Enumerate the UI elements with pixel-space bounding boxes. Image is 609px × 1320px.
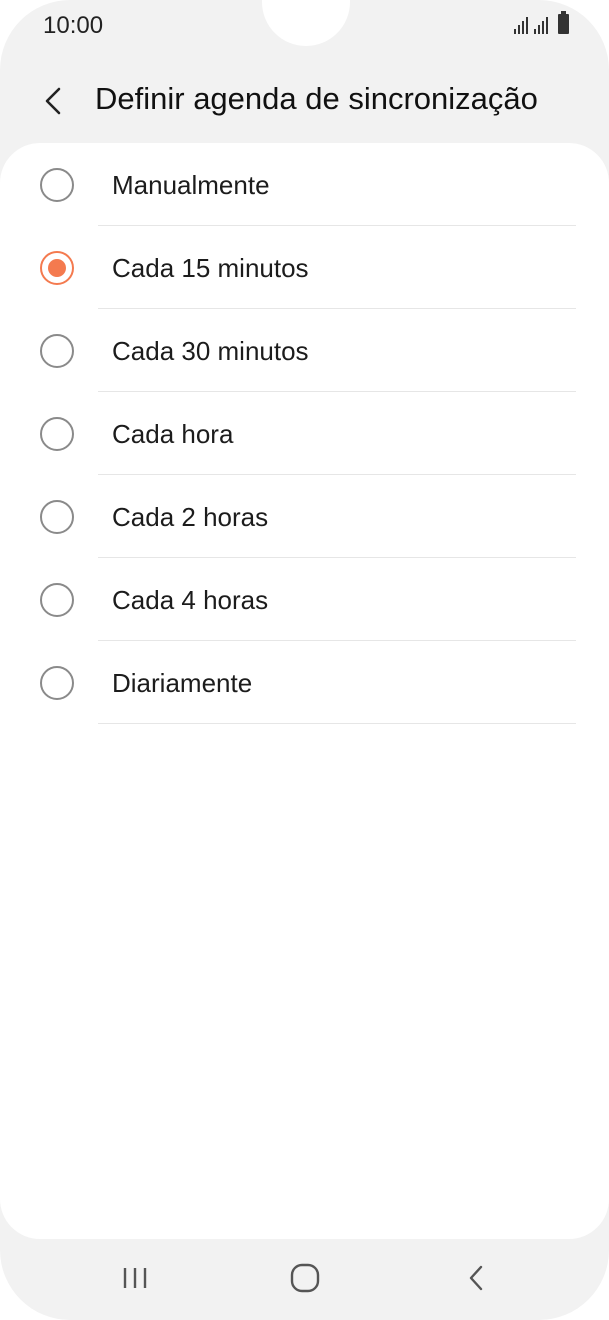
chevron-left-icon bbox=[45, 87, 61, 115]
radio-button[interactable] bbox=[40, 334, 74, 368]
option-label: Cada 2 horas bbox=[112, 502, 269, 532]
option-row[interactable]: Cada 4 horas bbox=[0, 558, 609, 641]
option-row[interactable]: Cada 2 horas bbox=[0, 475, 609, 558]
radio-button[interactable] bbox=[40, 417, 74, 451]
option-label: Cada 4 horas bbox=[112, 585, 269, 615]
recent-apps-button[interactable] bbox=[105, 1258, 165, 1298]
option-row[interactable]: Manualmente bbox=[0, 143, 609, 226]
option-row[interactable]: Cada hora bbox=[0, 392, 609, 475]
back-button[interactable] bbox=[30, 78, 76, 124]
option-label: Cada hora bbox=[112, 419, 234, 449]
recent-apps-icon bbox=[123, 1268, 147, 1288]
back-icon bbox=[469, 1265, 483, 1291]
radio-button[interactable] bbox=[40, 583, 74, 617]
radio-button[interactable] bbox=[40, 168, 74, 202]
page-title: Definir agenda de sincronização bbox=[95, 81, 538, 116]
status-bar: 10:00 bbox=[0, 0, 609, 52]
option-label: Diariamente bbox=[112, 668, 253, 698]
option-row[interactable]: Diariamente bbox=[0, 641, 609, 724]
app-header: Definir agenda de sincronização bbox=[0, 64, 609, 134]
options-card: Manualmente Cada 15 minutos Cada 30 minuto… bbox=[0, 143, 609, 1239]
nav-back-button[interactable] bbox=[446, 1258, 506, 1298]
divider bbox=[98, 723, 576, 724]
navigation-bar bbox=[0, 1240, 609, 1320]
option-label: Manualmente bbox=[112, 170, 270, 200]
status-time: 10:00 bbox=[43, 12, 104, 39]
option-label: Cada 30 minutos bbox=[112, 336, 309, 366]
option-label: Cada 15 minutos bbox=[112, 253, 309, 283]
home-button[interactable] bbox=[275, 1258, 335, 1298]
radio-button[interactable] bbox=[40, 500, 74, 534]
status-icons bbox=[514, 11, 569, 34]
signal-icon bbox=[534, 16, 548, 34]
option-row[interactable]: Cada 30 minutos bbox=[0, 309, 609, 392]
phone-screen: 10:00 Definir agenda de sincronização Ma… bbox=[0, 0, 609, 1320]
option-row[interactable]: Cada 15 minutos bbox=[0, 226, 609, 309]
home-icon bbox=[290, 1263, 320, 1293]
radio-button-checked[interactable] bbox=[40, 251, 74, 285]
battery-icon bbox=[558, 11, 569, 34]
signal-icon bbox=[514, 16, 528, 34]
radio-button[interactable] bbox=[40, 666, 74, 700]
